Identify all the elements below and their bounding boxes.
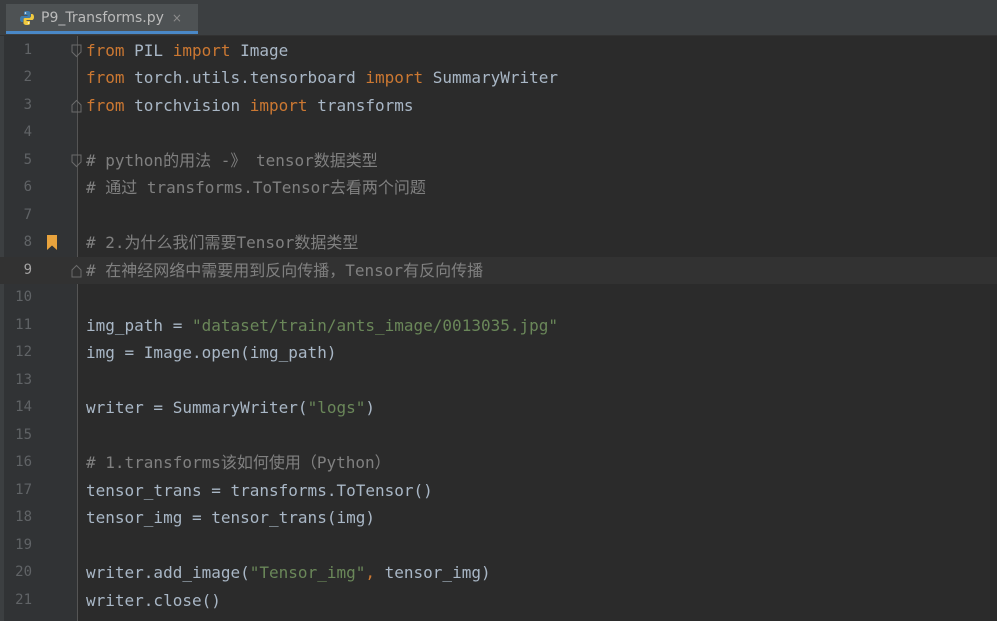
line-number: 18 xyxy=(15,509,32,525)
line-number: 10 xyxy=(15,289,32,305)
code-text: writer.add_image("Tensor_img", tensor_im… xyxy=(86,559,491,587)
python-file-icon xyxy=(19,10,35,26)
code-token: writer.add_image( xyxy=(86,563,250,582)
editor-tab-bar: P9_Transforms.py × xyxy=(0,0,997,36)
code-token: # 1.transforms该如何使用（Python） xyxy=(86,453,391,472)
code-text: tensor_trans = transforms.ToTensor() xyxy=(86,477,433,505)
code-editor[interactable]: 1 from PIL import Image 2 from torch.utils.… xyxy=(0,36,997,621)
line-number: 11 xyxy=(15,316,32,333)
code-line[interactable]: 6 # 通过 transforms.ToTensor去看两个问题 xyxy=(0,174,997,202)
code-line[interactable]: 16 # 1.transforms该如何使用（Python） xyxy=(0,449,997,477)
line-number: 12 xyxy=(15,344,32,360)
line-number: 20 xyxy=(15,564,32,580)
code-line[interactable]: 18 tensor_img = tensor_trans(img) xyxy=(0,504,997,532)
code-line[interactable]: 13 xyxy=(0,367,997,395)
code-text: from torch.utils.tensorboard import Summ… xyxy=(86,64,558,92)
line-number: 9 xyxy=(23,261,32,278)
code-token: import xyxy=(249,95,308,115)
code-line[interactable]: 9 # 在神经网络中需要用到反向传播，Tensor有反向传播 xyxy=(0,256,997,285)
code-token: tensor_trans = transforms.ToTensor() xyxy=(86,480,433,500)
tab-label: P9_Transforms.py xyxy=(41,9,164,26)
code-text: # 通过 transforms.ToTensor去看两个问题 xyxy=(86,174,426,202)
code-token: ) xyxy=(365,398,375,417)
code-token: import xyxy=(365,68,424,87)
bookmark-icon[interactable] xyxy=(46,235,58,250)
code-text: # python的用法 -》 tensor数据类型 xyxy=(86,147,378,175)
code-line[interactable]: 12 img = Image.open(img_path) xyxy=(0,339,997,367)
code-text: img_path = "dataset/train/ants_image/001… xyxy=(86,312,558,340)
code-token: SummaryWriter xyxy=(423,68,559,87)
code-line[interactable]: 21 writer.close() xyxy=(0,587,997,615)
code-token: # python的用法 -》 tensor数据类型 xyxy=(86,150,378,170)
code-token: "Tensor_img" xyxy=(249,563,366,582)
code-token: torch.utils.tensorboard xyxy=(124,68,366,87)
code-token: PIL xyxy=(124,40,173,60)
code-text: from torchvision import transforms xyxy=(86,92,414,120)
line-number: 1 xyxy=(23,41,32,58)
code-token: from xyxy=(86,95,125,115)
fold-start-icon[interactable] xyxy=(71,154,82,168)
line-number: 17 xyxy=(15,481,32,498)
code-token: writer = SummaryWriter( xyxy=(86,398,308,417)
line-number: 4 xyxy=(23,124,32,140)
code-token: "logs" xyxy=(307,398,366,417)
line-number: 14 xyxy=(15,399,32,415)
line-number: 13 xyxy=(15,371,32,388)
line-number: 19 xyxy=(15,536,32,553)
code-text: from PIL import Image xyxy=(86,37,288,65)
code-text: # 在神经网络中需要用到反向传播，Tensor有反向传播 xyxy=(86,257,483,285)
line-number: 5 xyxy=(23,151,32,168)
code-token: tensor_img) xyxy=(375,563,491,582)
code-text: tensor_img = tensor_trans(img) xyxy=(86,504,375,532)
code-line[interactable]: 20 writer.add_image("Tensor_img", tensor_… xyxy=(0,559,997,587)
code-line[interactable]: 3 from torchvision import transforms xyxy=(0,92,997,120)
code-line[interactable]: 2 from torch.utils.tensorboard import Sum… xyxy=(0,64,997,92)
line-number: 16 xyxy=(15,454,32,470)
code-line[interactable]: 14 writer = SummaryWriter("logs") xyxy=(0,394,997,422)
fold-end-icon[interactable] xyxy=(71,99,82,113)
code-token: Image xyxy=(230,40,289,60)
code-token: torchvision xyxy=(124,95,250,115)
code-token: from xyxy=(86,68,125,87)
line-number: 15 xyxy=(15,426,32,443)
code-line[interactable]: 15 xyxy=(0,422,997,450)
line-number: 21 xyxy=(15,591,32,608)
code-token: from xyxy=(86,40,125,60)
code-token: import xyxy=(172,40,231,60)
code-text: # 2.为什么我们需要Tensor数据类型 xyxy=(86,229,358,257)
fold-end-icon[interactable] xyxy=(71,264,82,278)
code-text: writer.close() xyxy=(86,587,221,615)
code-token: "dataset/train/ants_image/0013035.jpg" xyxy=(191,315,559,335)
close-tab-icon[interactable]: × xyxy=(172,11,182,25)
code-line[interactable]: 7 xyxy=(0,202,997,230)
code-token: , xyxy=(365,563,375,582)
code-line[interactable]: 11 img_path = "dataset/train/ants_image/0… xyxy=(0,312,997,340)
tab-p9-transforms[interactable]: P9_Transforms.py × xyxy=(6,4,198,34)
code-text: # 1.transforms该如何使用（Python） xyxy=(86,449,391,477)
code-token: # 2.为什么我们需要Tensor数据类型 xyxy=(86,233,359,252)
code-token: transforms xyxy=(307,95,414,115)
fold-start-icon[interactable] xyxy=(71,44,82,58)
code-line[interactable]: 1 from PIL import Image xyxy=(0,37,997,65)
code-token: tensor_img = tensor_trans(img) xyxy=(86,508,375,527)
line-number: 3 xyxy=(23,96,32,113)
line-number: 8 xyxy=(23,234,32,250)
code-line[interactable]: 19 xyxy=(0,532,997,560)
code-token: # 在神经网络中需要用到反向传播，Tensor有反向传播 xyxy=(86,260,484,280)
line-number: 6 xyxy=(23,179,32,195)
code-line[interactable]: 5 # python的用法 -》 tensor数据类型 xyxy=(0,147,997,175)
code-line[interactable]: 17 tensor_trans = transforms.ToTensor() xyxy=(0,477,997,505)
code-text: img = Image.open(img_path) xyxy=(86,339,336,367)
line-number: 2 xyxy=(23,69,32,85)
code-token: writer.close() xyxy=(86,590,221,610)
code-token: img_path = xyxy=(86,315,192,335)
code-line[interactable]: 4 xyxy=(0,119,997,147)
code-line[interactable]: 10 xyxy=(0,284,997,312)
code-token: img = Image.open(img_path) xyxy=(86,343,337,362)
code-text: writer = SummaryWriter("logs") xyxy=(86,394,375,422)
code-token: # 通过 transforms.ToTensor去看两个问题 xyxy=(86,178,426,197)
code-line[interactable]: 8 # 2.为什么我们需要Tensor数据类型 xyxy=(0,229,997,257)
line-number: 7 xyxy=(23,206,32,223)
